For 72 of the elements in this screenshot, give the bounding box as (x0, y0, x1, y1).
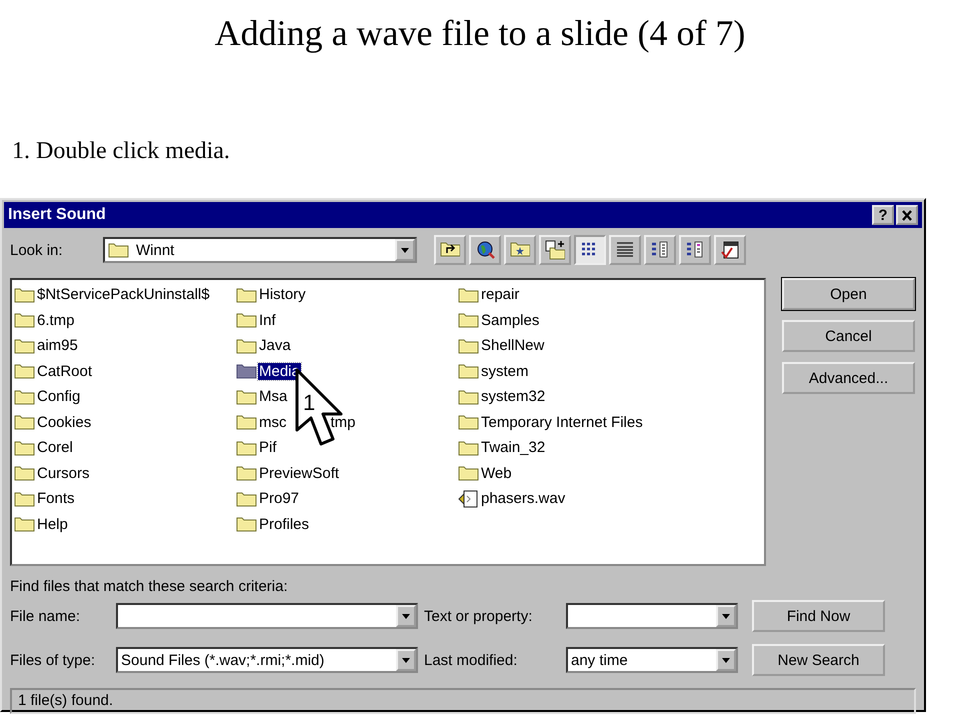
field-label: Last modified: (424, 652, 518, 668)
details-view-button[interactable] (609, 235, 641, 265)
file-name[interactable]: system32 (480, 388, 546, 406)
field-value: Sound Files (*.wav;*.rmi;*.mid) (121, 652, 326, 668)
file-name[interactable]: system (480, 362, 530, 380)
dialog-button[interactable]: Cancel (782, 320, 915, 352)
field-label: Text or property: (424, 608, 534, 624)
file-name[interactable]: $NtServicePackUninstall$ (36, 286, 211, 304)
dropdown-field[interactable]: Sound Files (*.wav;*.rmi;*.mid) (116, 647, 418, 673)
field-label: File name: (10, 608, 82, 624)
dropdown-field[interactable] (116, 603, 418, 629)
file-name[interactable]: tmp (330, 414, 357, 431)
search-button[interactable]: New Search (752, 644, 885, 676)
file-name[interactable]: Twain_32 (480, 439, 546, 456)
dialog-button[interactable]: Open (782, 278, 915, 310)
file-name[interactable]: Corel (36, 439, 74, 456)
globe-search-button[interactable] (469, 235, 501, 265)
file-name[interactable]: Cookies (36, 414, 92, 431)
instruction-text: 1. Double click media. (11, 137, 231, 166)
file-name[interactable]: Temporary Internet Files (480, 414, 644, 431)
file-name[interactable]: Msa (258, 388, 288, 406)
look-in-value: Winnt (136, 242, 176, 258)
preview-view-icon (685, 240, 705, 260)
file-name[interactable]: History (258, 286, 307, 304)
folder-icon (108, 241, 130, 259)
dropdown-field[interactable] (566, 603, 738, 629)
folder-up-button[interactable] (434, 235, 466, 265)
globe-search-icon (475, 240, 495, 260)
favorites-folder-button[interactable] (504, 235, 536, 265)
file-name[interactable]: CatRoot (36, 362, 94, 380)
file-name[interactable]: Web (480, 464, 513, 482)
file-name[interactable]: Cursors (36, 464, 91, 482)
field-value: any time (571, 652, 629, 668)
file-name[interactable]: ShellNew (480, 337, 546, 354)
criteria-heading: Find files that match these search criteria: (10, 578, 289, 597)
dropdown-field[interactable]: any time (566, 647, 738, 673)
properties-view-icon (650, 240, 670, 260)
file-name[interactable]: 6.tmp (36, 312, 76, 329)
properties-view-button[interactable] (644, 235, 676, 265)
file-name[interactable]: PreviewSoft (258, 464, 340, 482)
file-name[interactable]: Fonts (36, 490, 76, 508)
close-button[interactable] (896, 205, 918, 225)
step-number: 1 (303, 390, 316, 416)
file-name[interactable]: Pif (258, 439, 278, 456)
file-name[interactable]: repair (480, 286, 520, 304)
preview-view-button[interactable] (679, 235, 711, 265)
field-label: Files of type: (10, 652, 96, 668)
file-name[interactable]: aim95 (36, 337, 79, 354)
file-name[interactable]: phasers.wav (480, 490, 566, 508)
look-in-label: Look in: (10, 242, 64, 258)
look-in-dropdown[interactable]: Winnt (103, 237, 417, 263)
tools-icon (720, 240, 740, 260)
close-icon (901, 210, 913, 220)
window-title: Insert Sound (8, 206, 106, 224)
file-name[interactable]: Pro97 (258, 490, 300, 508)
help-button[interactable]: ? (872, 205, 894, 225)
file-name[interactable]: msc (258, 414, 288, 431)
file-name[interactable]: Java (258, 337, 292, 354)
search-button[interactable]: Find Now (752, 600, 885, 632)
file-name[interactable]: Help (36, 516, 69, 533)
slide-title: Adding a wave file to a slide (4 of 7) (214, 12, 746, 55)
list-view-button[interactable] (574, 235, 606, 265)
add-favorite-button[interactable] (539, 235, 571, 265)
tools-button[interactable] (714, 235, 746, 265)
details-view-icon (615, 240, 635, 260)
file-name[interactable]: Profiles (258, 516, 310, 533)
status-bar: 1 file(s) found. (10, 688, 916, 714)
file-name[interactable]: Config (36, 388, 82, 406)
add-favorite-icon (545, 240, 565, 260)
dialog-button[interactable]: Advanced... (782, 362, 915, 394)
file-name[interactable]: Inf (258, 312, 277, 329)
file-name[interactable]: Samples (480, 312, 540, 329)
